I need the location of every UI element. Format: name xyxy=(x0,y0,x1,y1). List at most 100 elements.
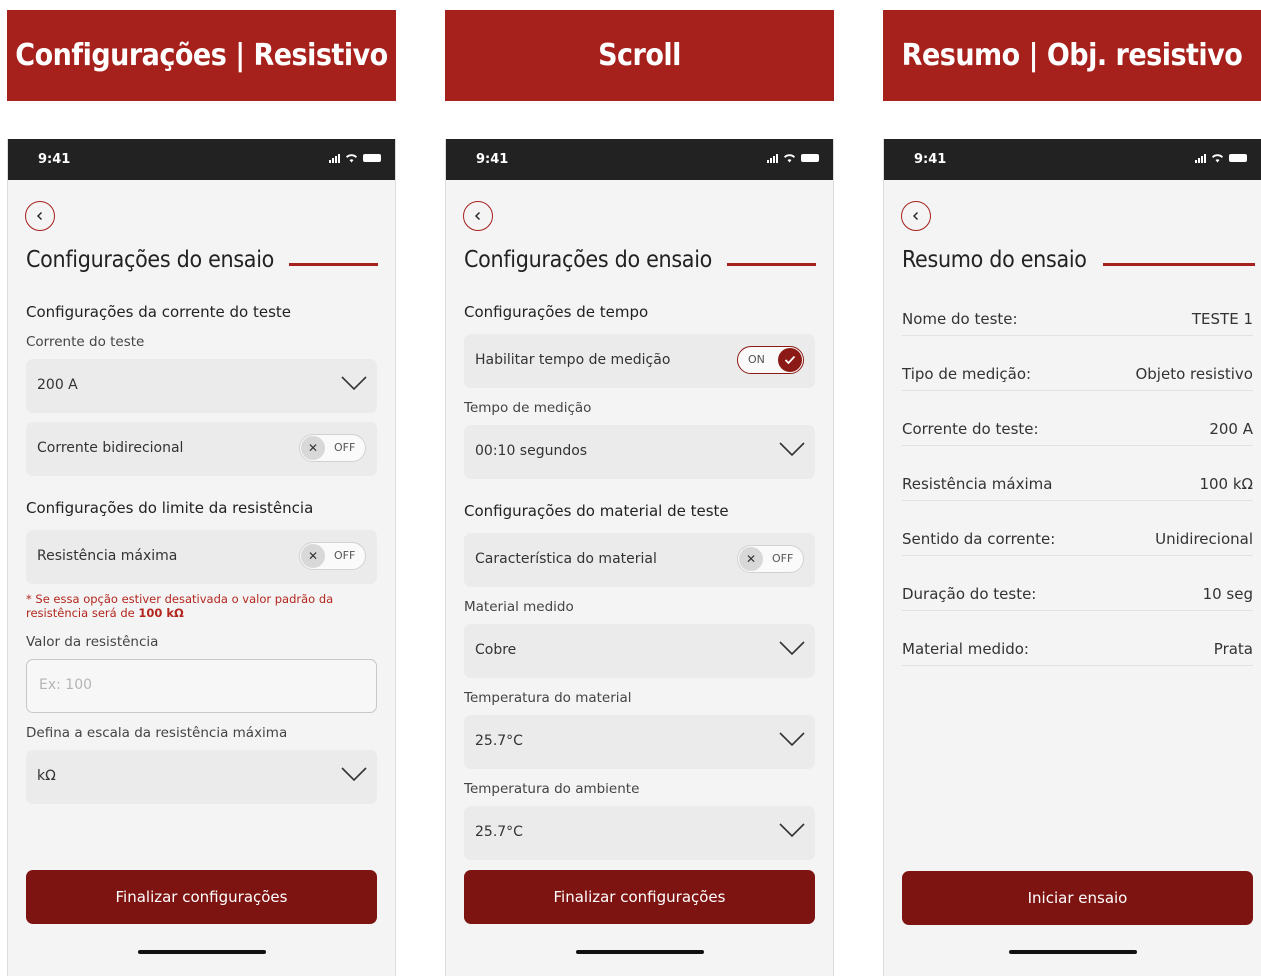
summary-key: Duração do teste: xyxy=(902,585,1037,603)
ambient-temp-label: Temperatura do ambiente xyxy=(464,781,640,797)
page-title: Resumo do ensaio xyxy=(902,247,1087,273)
summary-value: Prata xyxy=(1213,640,1253,658)
current-label: Corrente do teste xyxy=(26,334,145,350)
measure-time-label: Tempo de medição xyxy=(464,400,592,416)
screen-banner: Scroll xyxy=(445,10,834,101)
status-bar: 9:41 xyxy=(446,139,833,180)
status-time: 9:41 xyxy=(38,152,71,167)
enable-time-toggle[interactable]: ON xyxy=(737,346,804,374)
status-bar: 9:41 xyxy=(8,139,395,180)
summary-value: 10 seg xyxy=(1202,585,1253,603)
screen-banner: Resumo | Obj. resistivo xyxy=(883,10,1261,101)
material-select[interactable]: Cobre xyxy=(464,624,815,678)
summary-value: Unidirecional xyxy=(1155,530,1253,548)
back-button[interactable] xyxy=(901,201,931,231)
home-indicator xyxy=(1008,950,1137,954)
battery-icon xyxy=(363,154,381,162)
wifi-icon xyxy=(1212,154,1223,163)
screen-config-resistive: Configurações | Resistivo 9:41 Configura… xyxy=(7,0,396,976)
material-char-toggle[interactable]: ✕ OFF xyxy=(737,545,804,573)
section-title-time: Configurações de tempo xyxy=(464,303,649,321)
chevron-down-icon xyxy=(341,767,367,782)
back-button[interactable] xyxy=(463,201,493,231)
toggle-state: OFF xyxy=(772,552,794,565)
resistance-value-field[interactable] xyxy=(26,659,377,713)
resistance-value-label: Valor da resistência xyxy=(26,634,159,650)
check-icon xyxy=(778,348,802,372)
ambient-temp-select[interactable]: 25.7°C xyxy=(464,806,815,860)
page-title: Configurações do ensaio xyxy=(26,247,274,273)
summary-divider xyxy=(902,610,1253,611)
wifi-icon xyxy=(346,154,357,163)
start-test-button[interactable]: Iniciar ensaio xyxy=(902,871,1253,925)
signal-icon xyxy=(329,153,340,163)
summary-key: Resistência máxima xyxy=(902,475,1053,493)
measure-time-select[interactable]: 00:10 segundos xyxy=(464,425,815,479)
bidirectional-label: Corrente bidirecional xyxy=(37,440,184,456)
phone-frame: 9:41 Configurações do ensaio Configuraçõ… xyxy=(445,139,834,976)
max-resistance-label: Resistência máxima xyxy=(37,548,178,564)
chevron-down-icon xyxy=(779,823,805,838)
measure-time-value: 00:10 segundos xyxy=(475,443,588,459)
summary-value: Objeto resistivo xyxy=(1135,365,1253,383)
material-char-row: Característica do material ✕ OFF xyxy=(464,533,815,587)
close-icon: ✕ xyxy=(301,436,325,460)
toggle-state: ON xyxy=(748,353,765,366)
status-icons xyxy=(329,153,381,163)
summary-key: Sentido da corrente: xyxy=(902,530,1056,548)
page-title: Configurações do ensaio xyxy=(464,247,712,273)
title-underline xyxy=(727,263,816,266)
battery-icon xyxy=(801,154,819,162)
scale-select[interactable]: kΩ xyxy=(26,750,377,804)
finish-config-button[interactable]: Finalizar configurações xyxy=(26,870,377,924)
title-underline xyxy=(1103,263,1255,266)
signal-icon xyxy=(1195,153,1206,163)
section-title-limit: Configurações do limite da resistência xyxy=(26,499,314,517)
chevron-down-icon xyxy=(779,442,805,457)
material-value: Cobre xyxy=(475,642,517,658)
screen-config-scroll: Scroll 9:41 Configurações do ensaio Conf… xyxy=(445,0,834,976)
bidirectional-row: Corrente bidirecional ✕ OFF xyxy=(26,422,377,476)
summary-divider xyxy=(902,335,1253,336)
material-char-label: Característica do material xyxy=(475,551,657,567)
current-select[interactable]: 200 A xyxy=(26,359,377,413)
back-button[interactable] xyxy=(25,201,55,231)
resistance-value-input[interactable] xyxy=(37,676,361,694)
toggle-state: OFF xyxy=(334,441,356,454)
screen-banner: Configurações | Resistivo xyxy=(7,10,396,101)
signal-icon xyxy=(767,153,778,163)
summary-key: Tipo de medição: xyxy=(902,365,1032,383)
material-temp-value: 25.7°C xyxy=(475,733,523,749)
enable-time-label: Habilitar tempo de medição xyxy=(475,352,671,368)
summary-key: Material medido: xyxy=(902,640,1029,658)
max-resistance-toggle[interactable]: ✕ OFF xyxy=(299,542,366,570)
section-title-material: Configurações do material de teste xyxy=(464,502,729,520)
status-time: 9:41 xyxy=(914,152,947,167)
status-bar: 9:41 xyxy=(884,139,1261,180)
status-icons xyxy=(767,153,819,163)
chevron-down-icon xyxy=(341,376,367,391)
summary-key: Corrente do teste: xyxy=(902,420,1039,438)
chevron-down-icon xyxy=(779,732,805,747)
status-time: 9:41 xyxy=(476,152,509,167)
scale-label: Defina a escala da resistência máxima xyxy=(26,725,288,741)
max-resistance-row: Resistência máxima ✕ OFF xyxy=(26,530,377,584)
title-underline xyxy=(289,263,378,266)
material-label: Material medido xyxy=(464,599,574,615)
chevron-left-icon xyxy=(475,212,480,220)
home-indicator xyxy=(575,950,704,954)
summary-divider xyxy=(902,500,1253,501)
summary-key: Nome do teste: xyxy=(902,310,1018,328)
default-value-note: * Se essa opção estiver desativada o val… xyxy=(26,592,371,620)
phone-frame: 9:41 Resumo do ensaio Nome do teste: TES… xyxy=(883,139,1261,976)
chevron-left-icon xyxy=(37,212,42,220)
section-title-current: Configurações da corrente do teste xyxy=(26,303,291,321)
material-temp-select[interactable]: 25.7°C xyxy=(464,715,815,769)
summary-divider xyxy=(902,665,1253,666)
battery-icon xyxy=(1229,154,1247,162)
enable-time-row: Habilitar tempo de medição ON xyxy=(464,334,815,388)
finish-config-button[interactable]: Finalizar configurações xyxy=(464,870,815,924)
note-value: 100 kΩ xyxy=(138,606,184,620)
phone-frame: 9:41 Configurações do ensaio Configuraçõ… xyxy=(7,139,396,976)
bidirectional-toggle[interactable]: ✕ OFF xyxy=(299,434,366,462)
